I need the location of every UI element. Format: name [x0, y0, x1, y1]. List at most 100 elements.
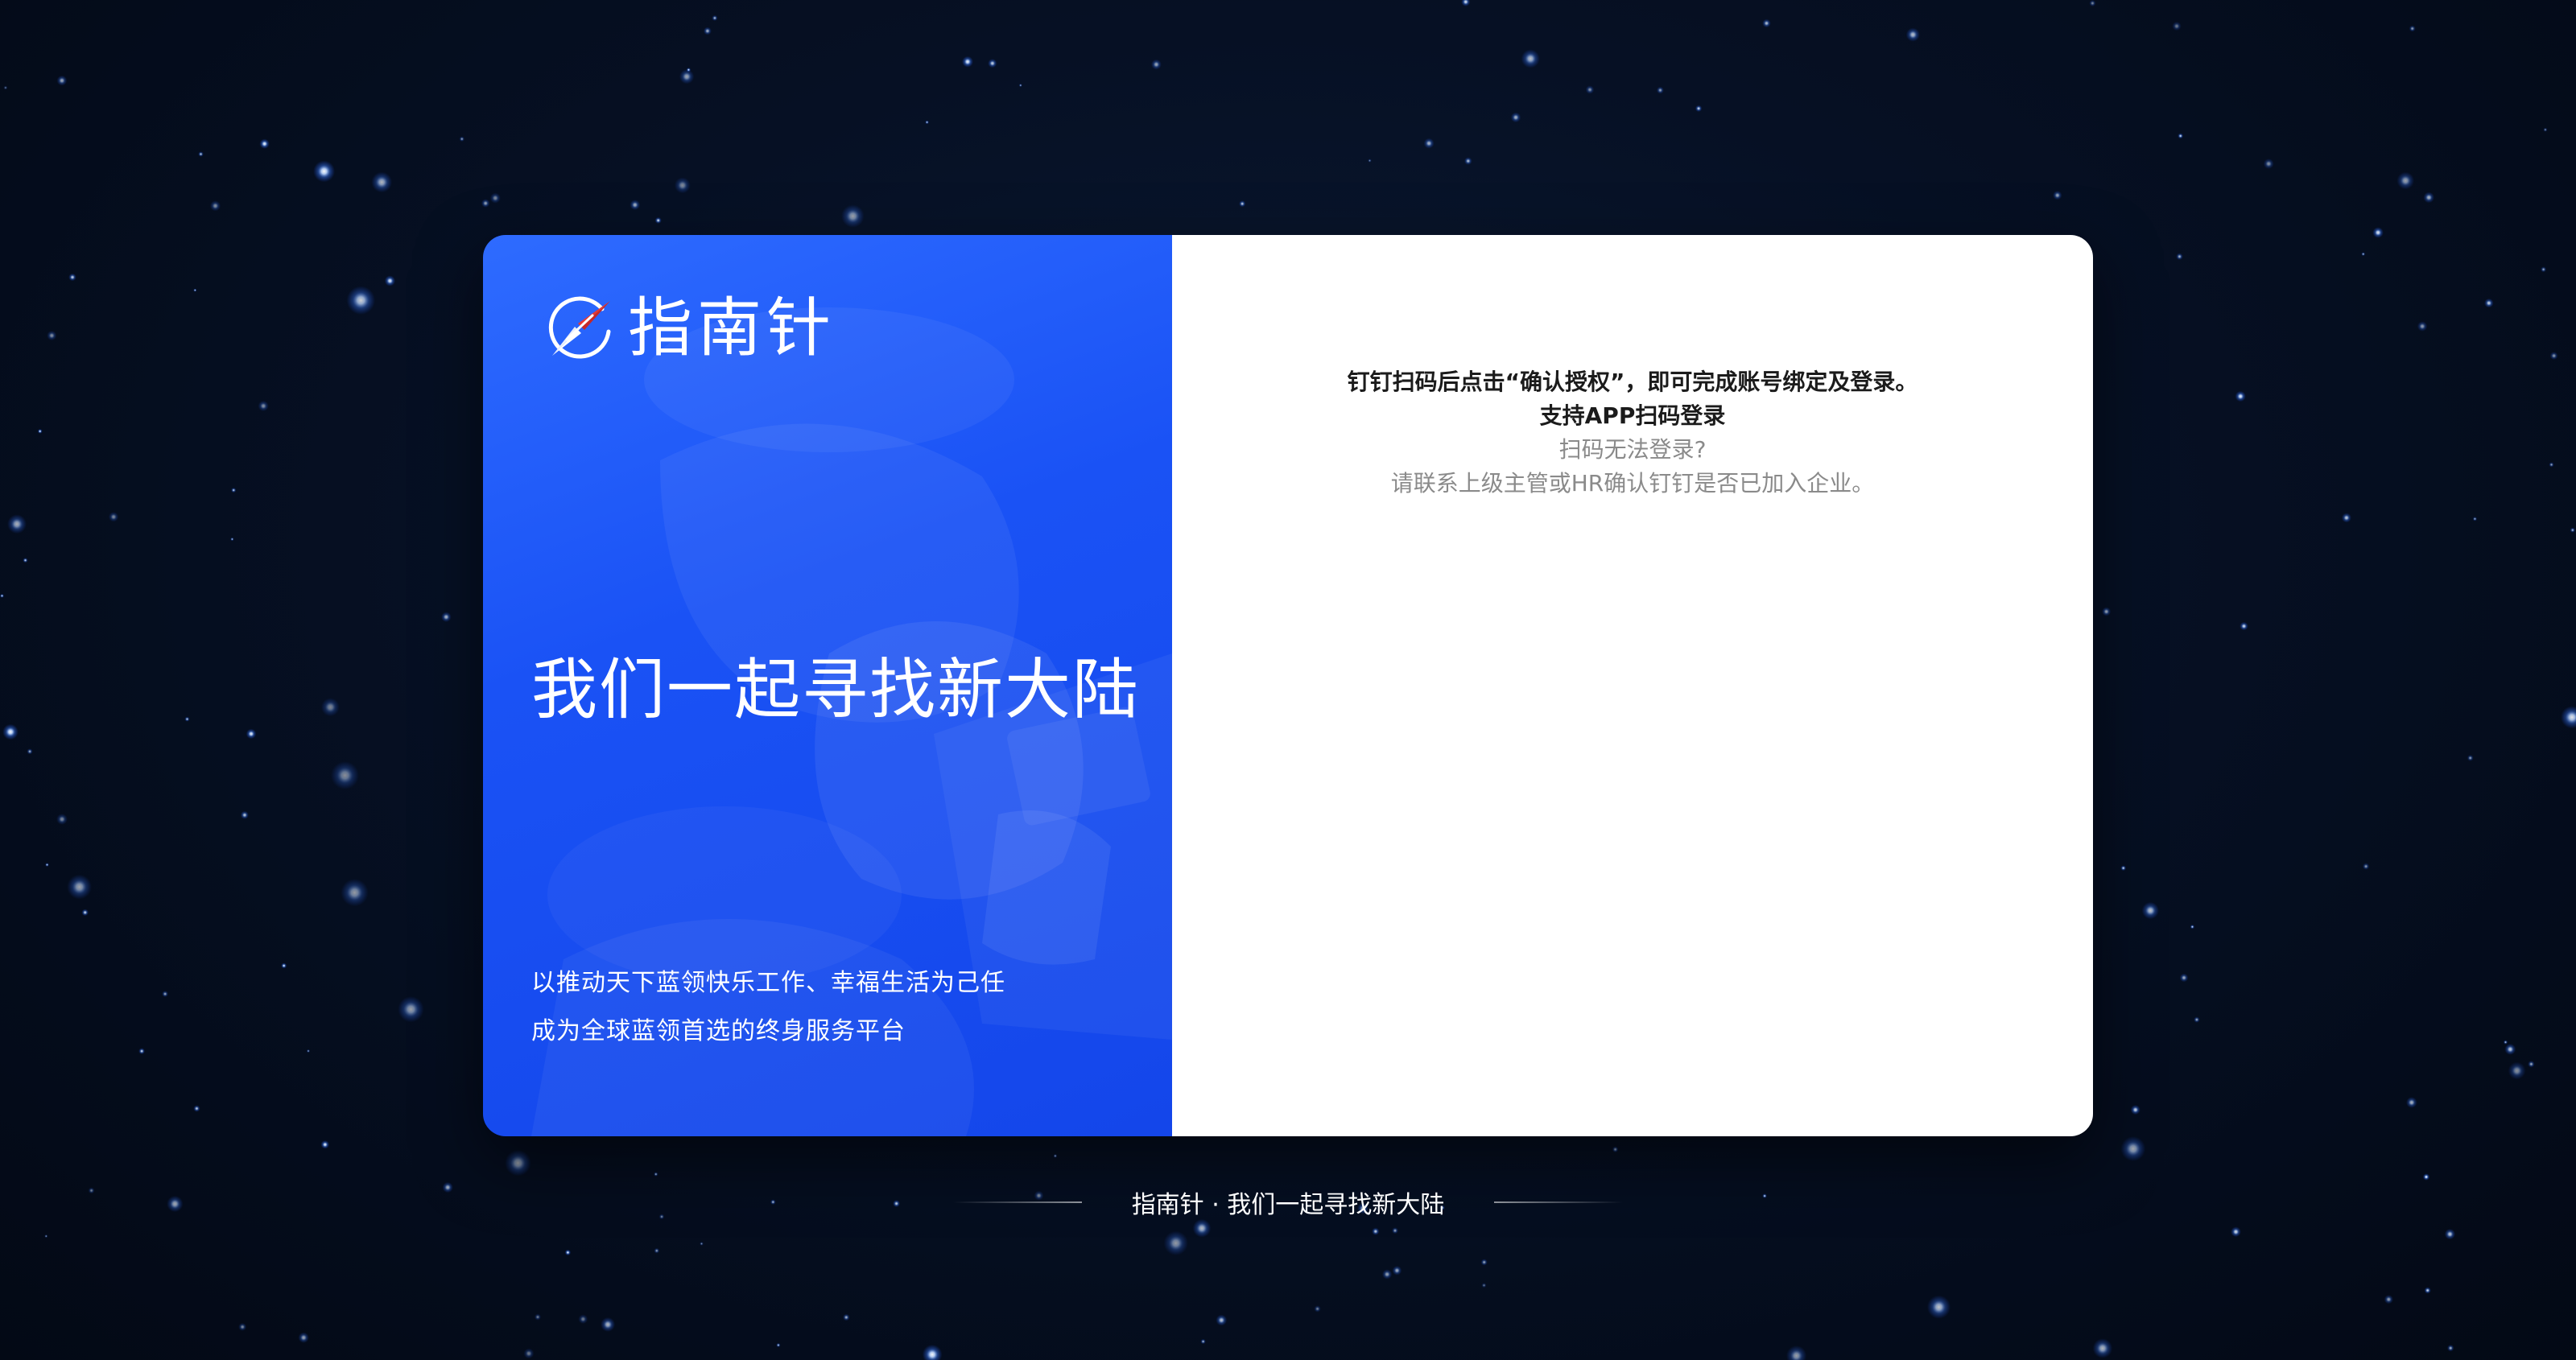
star — [489, 192, 501, 204]
star — [2102, 607, 2112, 616]
star — [578, 1314, 588, 1325]
star — [1163, 1230, 1188, 1256]
star — [37, 429, 43, 434]
star — [1392, 1265, 1402, 1276]
star — [674, 177, 691, 194]
mission-line-1: 以推动天下蓝领快乐工作、幸福生活为己任 — [531, 969, 1005, 997]
star — [371, 171, 393, 193]
star — [841, 204, 865, 228]
scan-instruction: 钉钉扫码后点击“确认授权”，即可完成账号绑定及登录。 — [1347, 369, 1918, 395]
star — [1926, 1295, 1951, 1319]
star — [138, 1048, 146, 1055]
star — [1510, 112, 1521, 123]
star — [1216, 1314, 1228, 1326]
star — [2570, 527, 2575, 533]
login-instructions: 钉钉扫码后点击“确认授权”，即可完成账号绑定及登录。 支持APP扫码登录 扫码无… — [1172, 365, 2093, 501]
star — [712, 14, 718, 21]
star — [2240, 621, 2248, 631]
mission-line-2: 成为全球蓝领首选的终身服务平台 — [531, 1017, 906, 1045]
star — [700, 1242, 704, 1246]
star — [962, 56, 973, 68]
star — [56, 814, 68, 825]
login-panel: 钉钉扫码后点击“确认授权”，即可完成账号绑定及登录。 支持APP扫码登录 扫码无… — [1172, 235, 2093, 1136]
mission-statement: 以推动天下蓝领快乐工作、幸福生活为己任 成为全球蓝领首选的终身服务平台 — [531, 959, 1005, 1056]
star — [2541, 266, 2547, 273]
star — [2467, 755, 2474, 761]
help-answer: 请联系上级主管或HR确认钉钉是否已加入企业。 — [1390, 470, 1875, 497]
star — [1372, 1227, 1380, 1235]
star — [313, 160, 336, 183]
star — [1762, 19, 1771, 28]
star — [67, 874, 92, 900]
star — [776, 1342, 781, 1348]
star — [1053, 1154, 1058, 1158]
star — [2194, 1016, 2200, 1023]
star — [2508, 1061, 2526, 1080]
star — [1423, 138, 1435, 149]
star — [2141, 901, 2159, 920]
star — [601, 1317, 616, 1332]
star — [2341, 513, 2351, 523]
star — [1239, 200, 1246, 208]
star — [2424, 1287, 2431, 1294]
star — [654, 216, 662, 224]
star — [843, 1313, 850, 1321]
star — [68, 273, 76, 282]
star — [45, 863, 49, 867]
star — [505, 1149, 531, 1177]
star — [2422, 1173, 2430, 1181]
star — [1905, 27, 1920, 42]
star — [2362, 863, 2370, 870]
star — [331, 761, 359, 789]
star — [27, 748, 33, 755]
login-page: 指南针 我们一起寻找新大陆 以推动天下蓝领快乐工作、幸福生活为己任 成为全球蓝领… — [0, 0, 2576, 1360]
star — [0, 593, 4, 598]
star — [2549, 462, 2554, 468]
star — [2263, 159, 2274, 169]
login-card: 指南针 我们一起寻找新大陆 以推动天下蓝领快乐工作、幸福生活为己任 成为全球蓝领… — [483, 235, 2093, 1136]
star — [1018, 84, 1022, 87]
star — [7, 514, 27, 534]
star — [258, 400, 269, 412]
star — [534, 1313, 542, 1321]
star — [398, 996, 424, 1023]
star — [925, 120, 929, 125]
help-question: 扫码无法登录? — [1558, 436, 1707, 463]
star — [2444, 1228, 2456, 1240]
star — [2235, 390, 2246, 402]
star — [2176, 253, 2183, 261]
star — [209, 200, 221, 212]
star — [2172, 21, 2182, 31]
star — [1368, 159, 1372, 163]
star — [703, 27, 712, 35]
star — [341, 879, 369, 907]
star — [1200, 1338, 1206, 1345]
star — [320, 698, 340, 717]
brand-name: 指南针 — [628, 291, 836, 365]
star — [2561, 706, 2576, 729]
star — [281, 962, 287, 969]
star — [259, 138, 270, 149]
star — [2446, 1344, 2454, 1352]
star — [988, 59, 997, 68]
star — [346, 286, 376, 315]
star — [2549, 352, 2558, 361]
star — [56, 75, 68, 86]
star — [2178, 133, 2184, 139]
star — [47, 330, 57, 341]
star — [2092, 1338, 2113, 1358]
star — [3, 85, 8, 90]
brand-logo: 指南针 — [546, 295, 836, 362]
star — [2053, 191, 2062, 200]
star — [231, 488, 237, 493]
star — [1192, 1218, 1212, 1238]
star — [320, 1140, 330, 1149]
star — [1481, 1283, 1487, 1288]
star — [654, 1247, 660, 1254]
star — [2396, 171, 2415, 190]
star — [564, 1249, 572, 1256]
star — [2543, 127, 2548, 132]
star — [1612, 1146, 1619, 1153]
star — [2361, 252, 2366, 257]
star — [2231, 1226, 2241, 1238]
